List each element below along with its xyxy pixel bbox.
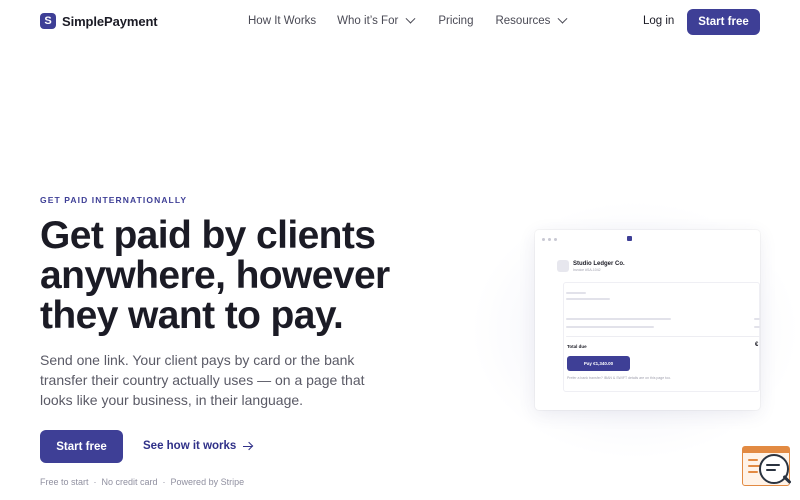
total-currency: €: [755, 342, 759, 348]
payment-page-preview: Studio Ledger Co. Invoice #SA-1042: [535, 230, 760, 410]
subcopy-line: looks like your business, in their langu…: [40, 392, 304, 408]
see-how-it-works-link[interactable]: See how it works: [143, 440, 253, 452]
merchant-name: Studio Ledger Co.: [573, 260, 625, 267]
start-free-nav-button[interactable]: Start free: [687, 9, 760, 35]
nav-link-label: How It Works: [248, 15, 317, 27]
assurance-separator: ·: [93, 477, 97, 487]
pay-button[interactable]: Pay €1,340.00: [567, 356, 630, 371]
placeholder-line: [754, 326, 760, 328]
widget-titlebar: [743, 447, 789, 453]
assurance-item: No credit card: [101, 477, 158, 487]
placeholder-line: [566, 318, 671, 320]
magnifier-line: [766, 464, 780, 466]
hero-eyebrow: GET PAID INTERNATIONALLY: [40, 195, 188, 205]
brand-name: SimplePayment: [62, 13, 158, 29]
placeholder-line: [754, 318, 760, 320]
arrow-right-icon: [243, 441, 253, 451]
search-icon[interactable]: [759, 454, 789, 484]
assurance-row: Free to start · No credit card · Powered…: [40, 477, 244, 487]
merchant-subtitle: Invoice #SA-1042: [573, 267, 601, 272]
top-nav: S SimplePayment How It Works Who it’s Fo…: [0, 0, 800, 44]
chevron-down-icon: [557, 13, 568, 24]
headline-line: Get paid by clients: [40, 214, 376, 257]
nav-link-label: Resources: [495, 15, 551, 27]
magnifier-line: [766, 469, 776, 471]
nav-link-label: Who it’s For: [337, 15, 399, 27]
brand-logo-icon: [627, 236, 632, 241]
bank-transfer-hint: Prefer a bank transfer? IBAN & SWIFT det…: [567, 376, 672, 380]
preview-merchant: Studio Ledger Co. Invoice #SA-1042: [557, 260, 625, 272]
headline-line: they want to pay.: [40, 294, 344, 337]
see-how-label: See how it works: [143, 440, 237, 452]
assurance-separator: ·: [162, 477, 166, 487]
start-free-hero-button[interactable]: Start free: [40, 430, 123, 463]
placeholder-line: [566, 326, 654, 328]
preview-url-bar: [627, 236, 632, 241]
subcopy-line: Send one link. Your client pays by card …: [40, 352, 355, 368]
hero-headline: Get paid by clients anywhere, however th…: [40, 216, 440, 336]
widget-line: [748, 459, 758, 461]
nav-link-how-it-works[interactable]: How It Works: [248, 15, 316, 27]
brand[interactable]: S SimplePayment: [40, 13, 158, 29]
merchant-logo: [557, 260, 569, 272]
hero-subcopy: Send one link. Your client pays by card …: [40, 350, 400, 410]
nav-link-label: Pricing: [438, 15, 474, 27]
login-link[interactable]: Log in: [643, 15, 674, 27]
assurance-item: Free to start: [40, 477, 89, 487]
placeholder-line: [566, 298, 610, 300]
assurance-item: Powered by Stripe: [170, 477, 245, 487]
placeholder-line: [566, 292, 586, 294]
total-due-label: Total due: [567, 344, 587, 349]
chevron-down-icon: [405, 13, 416, 24]
nav-link-resources[interactable]: Resources: [495, 13, 568, 27]
headline-line: anywhere, however: [40, 254, 390, 297]
nav-link-who-its-for[interactable]: Who it’s For: [337, 13, 416, 27]
window-dots-icon: [542, 238, 557, 241]
subcopy-line: transfer their country actually uses — o…: [40, 372, 365, 388]
divider: [566, 336, 760, 337]
brand-logo-icon: S: [40, 13, 56, 29]
widget-line: [748, 471, 758, 473]
nav-link-pricing[interactable]: Pricing: [438, 15, 473, 27]
nav-links: How It Works Who it’s For Pricing Resour…: [248, 13, 568, 27]
